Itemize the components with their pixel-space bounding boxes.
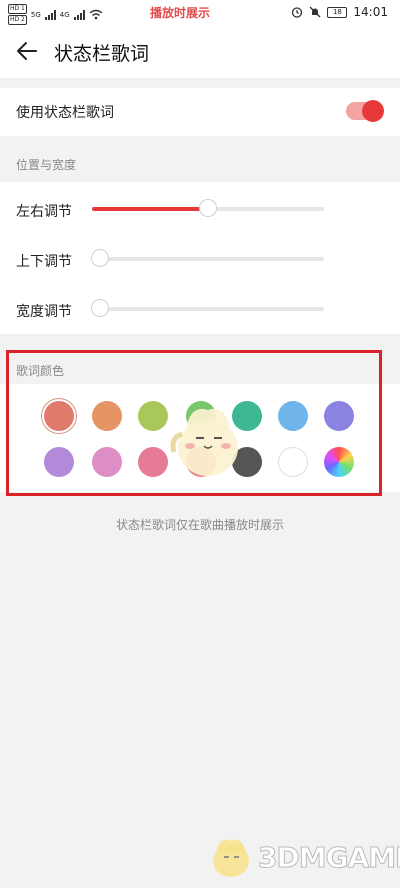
use-lyrics-label: 使用状态栏歌词: [16, 105, 114, 121]
mute-icon: [309, 6, 321, 18]
network1-label: 5G: [30, 10, 41, 19]
use-lyrics-row[interactable]: 使用状态栏歌词: [0, 88, 400, 136]
horizontal-label: 左右调节: [16, 204, 72, 220]
status-lyrics-text: 播放时展示: [150, 6, 211, 20]
color-swatch[interactable]: [44, 447, 74, 477]
width-slider[interactable]: [91, 299, 324, 317]
watermark-mascot-icon: [213, 839, 249, 877]
color-swatch[interactable]: [278, 447, 308, 477]
slider-thumb[interactable]: [91, 249, 109, 267]
network2-label: 4G: [59, 10, 70, 19]
alarm-icon: [292, 7, 303, 18]
page-title: 状态栏歌词: [54, 43, 150, 65]
app-header: 状态栏歌词: [0, 26, 400, 78]
back-arrow-icon[interactable]: [14, 38, 40, 64]
color-swatch[interactable]: [92, 401, 122, 431]
vertical-label: 上下调节: [16, 254, 72, 270]
use-lyrics-toggle[interactable]: [346, 100, 384, 122]
width-label: 宽度调节: [16, 304, 72, 320]
status-right: 18 14:01: [291, 5, 388, 19]
color-swatch[interactable]: [138, 401, 168, 431]
signal-icon-2: [73, 9, 85, 20]
sim2-badge: HD 2: [8, 15, 27, 25]
battery-icon: 18: [327, 6, 348, 18]
color-swatch[interactable]: [324, 447, 354, 477]
clock: 14:01: [353, 5, 388, 19]
color-swatch[interactable]: [92, 447, 122, 477]
footer-note: 状态栏歌词仅在歌曲播放时展示: [115, 518, 284, 532]
color-swatch[interactable]: [138, 447, 168, 477]
color-swatch[interactable]: [44, 401, 74, 431]
watermark-text: 3DMGAME: [257, 840, 400, 874]
watermark: 3DMGAME: [208, 835, 400, 879]
status-bar: HD 1 HD 2 5G 4G 播放时展示 18 14:01: [0, 0, 400, 26]
color-section-label: 歌词颜色: [16, 364, 65, 378]
slider-fill: [92, 207, 208, 211]
slider-thumb[interactable]: [91, 299, 109, 317]
wifi-icon: [89, 9, 103, 20]
color-swatch[interactable]: [278, 401, 308, 431]
sim1-badge: HD 1: [8, 4, 27, 14]
position-card: 左右调节 上下调节 宽度调节: [0, 182, 400, 334]
mascot-sticker: [170, 408, 238, 476]
slider-thumb[interactable]: [199, 199, 217, 217]
horizontal-slider[interactable]: [92, 199, 324, 217]
signal-icon: [44, 9, 56, 20]
position-section-label: 位置与宽度: [16, 158, 77, 172]
vertical-slider[interactable]: [91, 249, 324, 267]
toggle-knob: [362, 100, 384, 122]
signal-area: HD 1 HD 2 5G 4G: [8, 4, 103, 25]
color-swatch[interactable]: [324, 401, 354, 431]
